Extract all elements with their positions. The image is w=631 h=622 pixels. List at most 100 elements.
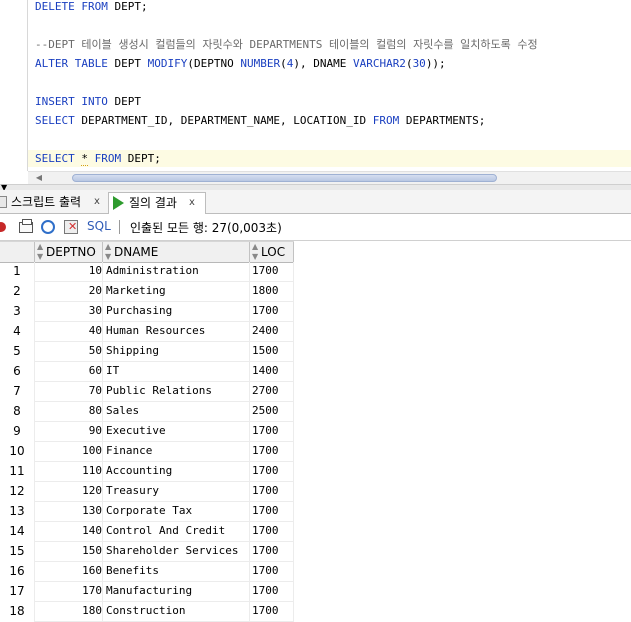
cell-deptno[interactable]: 160: [34, 562, 102, 582]
cell-deptno[interactable]: 90: [34, 422, 102, 442]
table-row[interactable]: 11 110 Accounting 1700: [0, 462, 294, 482]
table-row[interactable]: 14 140 Control And Credit 1700: [0, 522, 294, 542]
cell-loc[interactable]: 2700: [249, 382, 294, 402]
row-number: 6: [13, 364, 21, 378]
cell-dname[interactable]: Marketing: [102, 282, 249, 302]
cell-deptno[interactable]: 60: [34, 362, 102, 382]
code-line[interactable]: INSERT INTO DEPT: [35, 93, 141, 110]
cell-deptno[interactable]: 40: [34, 322, 102, 342]
cell-loc[interactable]: 1700: [249, 482, 294, 502]
cell-deptno[interactable]: 110: [34, 462, 102, 482]
table-row[interactable]: 2 20 Marketing 1800: [0, 282, 294, 302]
cell-loc[interactable]: 1700: [249, 602, 294, 622]
row-number: 15: [9, 544, 25, 558]
cell-deptno[interactable]: 130: [34, 502, 102, 522]
cell-deptno[interactable]: 150: [34, 542, 102, 562]
code-line[interactable]: --DEPT 테이블 생성시 컬럼들의 자릿수와 DEPARTMENTS 테이블…: [35, 36, 538, 53]
scroll-left-arrow-icon[interactable]: ◀: [34, 172, 44, 184]
column-header-loc[interactable]: ▲ ▼ LOC: [249, 242, 294, 262]
pin-icon[interactable]: [0, 222, 6, 232]
cell-dname[interactable]: Human Resources: [102, 322, 249, 342]
close-icon[interactable]: x: [94, 192, 100, 212]
cell-dname[interactable]: Purchasing: [102, 302, 249, 322]
table-row[interactable]: 10 100 Finance 1700: [0, 442, 294, 462]
code-line[interactable]: ALTER TABLE DEPT MODIFY(DEPTNO NUMBER(4)…: [35, 55, 446, 72]
tab-query-result[interactable]: 질의 결과 x: [108, 192, 206, 214]
code-line[interactable]: SELECT DEPARTMENT_ID, DEPARTMENT_NAME, L…: [35, 112, 485, 129]
table-row[interactable]: 18 180 Construction 1700: [0, 602, 294, 622]
refresh-icon[interactable]: [41, 220, 55, 234]
cell-dname[interactable]: Manufacturing: [102, 582, 249, 602]
cell-loc[interactable]: 1700: [249, 302, 294, 322]
column-header-deptno[interactable]: ▲ ▼ DEPTNO: [34, 242, 102, 262]
table-row[interactable]: 13 130 Corporate Tax 1700: [0, 502, 294, 522]
table-row[interactable]: 17 170 Manufacturing 1700: [0, 582, 294, 602]
cell-deptno[interactable]: 140: [34, 522, 102, 542]
table-row[interactable]: 12 120 Treasury 1700: [0, 482, 294, 502]
cell-loc[interactable]: 1700: [249, 502, 294, 522]
cell-loc[interactable]: 1800: [249, 282, 294, 302]
cell-dname[interactable]: Control And Credit: [102, 522, 249, 542]
cell-dname[interactable]: Executive: [102, 422, 249, 442]
cell-deptno[interactable]: 170: [34, 582, 102, 602]
cell-deptno[interactable]: 80: [34, 402, 102, 422]
cell-dname[interactable]: Public Relations: [102, 382, 249, 402]
cell-loc[interactable]: 1700: [249, 562, 294, 582]
cell-loc[interactable]: 1700: [249, 582, 294, 602]
cell-dname[interactable]: Construction: [102, 602, 249, 622]
table-row[interactable]: 3 30 Purchasing 1700: [0, 302, 294, 322]
sql-button[interactable]: SQL: [87, 219, 111, 233]
table-row[interactable]: 15 150 Shareholder Services 1700: [0, 542, 294, 562]
cell-deptno[interactable]: 180: [34, 602, 102, 622]
scrollbar-thumb[interactable]: [72, 174, 497, 182]
table-row[interactable]: 5 50 Shipping 1500: [0, 342, 294, 362]
cell-dname[interactable]: Treasury: [102, 482, 249, 502]
sort-icon[interactable]: ▲ ▼: [37, 242, 46, 262]
code-line[interactable]: DELETE FROM DEPT;: [35, 0, 148, 15]
cell-deptno[interactable]: 70: [34, 382, 102, 402]
close-icon[interactable]: x: [189, 193, 195, 213]
cell-dname[interactable]: Sales: [102, 402, 249, 422]
table-row[interactable]: 8 80 Sales 2500: [0, 402, 294, 422]
cell-deptno[interactable]: 10: [34, 262, 102, 282]
table-row[interactable]: 16 160 Benefits 1700: [0, 562, 294, 582]
sort-icon[interactable]: ▲ ▼: [252, 242, 261, 262]
cell-deptno[interactable]: 120: [34, 482, 102, 502]
cell-dname[interactable]: Administration: [102, 262, 249, 282]
table-row[interactable]: 9 90 Executive 1700: [0, 422, 294, 442]
cell-loc[interactable]: 1700: [249, 442, 294, 462]
table-row[interactable]: 6 60 IT 1400: [0, 362, 294, 382]
cell-loc[interactable]: 2500: [249, 402, 294, 422]
cell-loc[interactable]: 1700: [249, 522, 294, 542]
cell-loc[interactable]: 1700: [249, 542, 294, 562]
print-icon[interactable]: [19, 219, 33, 233]
cell-dname[interactable]: Finance: [102, 442, 249, 462]
cell-dname[interactable]: Shareholder Services: [102, 542, 249, 562]
editor-horizontal-scrollbar[interactable]: ◀: [28, 171, 631, 184]
cell-deptno[interactable]: 100: [34, 442, 102, 462]
cell-loc[interactable]: 1700: [249, 462, 294, 482]
cell-loc[interactable]: 1700: [249, 422, 294, 442]
code-token: ALTER TABLE: [35, 57, 108, 70]
cell-dname[interactable]: IT: [102, 362, 249, 382]
column-header-dname[interactable]: ▲ ▼ DNAME: [102, 242, 249, 262]
sql-editor[interactable]: DELETE FROM DEPT; --DEPT 테이블 생성시 컬럼들의 자릿…: [0, 0, 631, 171]
cell-loc[interactable]: 2400: [249, 322, 294, 342]
table-row[interactable]: 7 70 Public Relations 2700: [0, 382, 294, 402]
table-row[interactable]: 1 10 Administration 1700: [0, 262, 294, 282]
cell-loc[interactable]: 1400: [249, 362, 294, 382]
cell-dname[interactable]: Accounting: [102, 462, 249, 482]
cell-dname[interactable]: Benefits: [102, 562, 249, 582]
tab-script-output[interactable]: 스크립트 출력 x: [0, 192, 106, 212]
cell-deptno[interactable]: 20: [34, 282, 102, 302]
code-line-current[interactable]: SELECT * FROM DEPT;: [28, 150, 631, 167]
clear-icon[interactable]: [64, 220, 78, 234]
sort-icon[interactable]: ▲ ▼: [105, 242, 114, 262]
cell-dname[interactable]: Corporate Tax: [102, 502, 249, 522]
table-row[interactable]: 4 40 Human Resources 2400: [0, 322, 294, 342]
cell-loc[interactable]: 1500: [249, 342, 294, 362]
cell-loc[interactable]: 1700: [249, 262, 294, 282]
cell-dname[interactable]: Shipping: [102, 342, 249, 362]
cell-deptno[interactable]: 30: [34, 302, 102, 322]
cell-deptno[interactable]: 50: [34, 342, 102, 362]
